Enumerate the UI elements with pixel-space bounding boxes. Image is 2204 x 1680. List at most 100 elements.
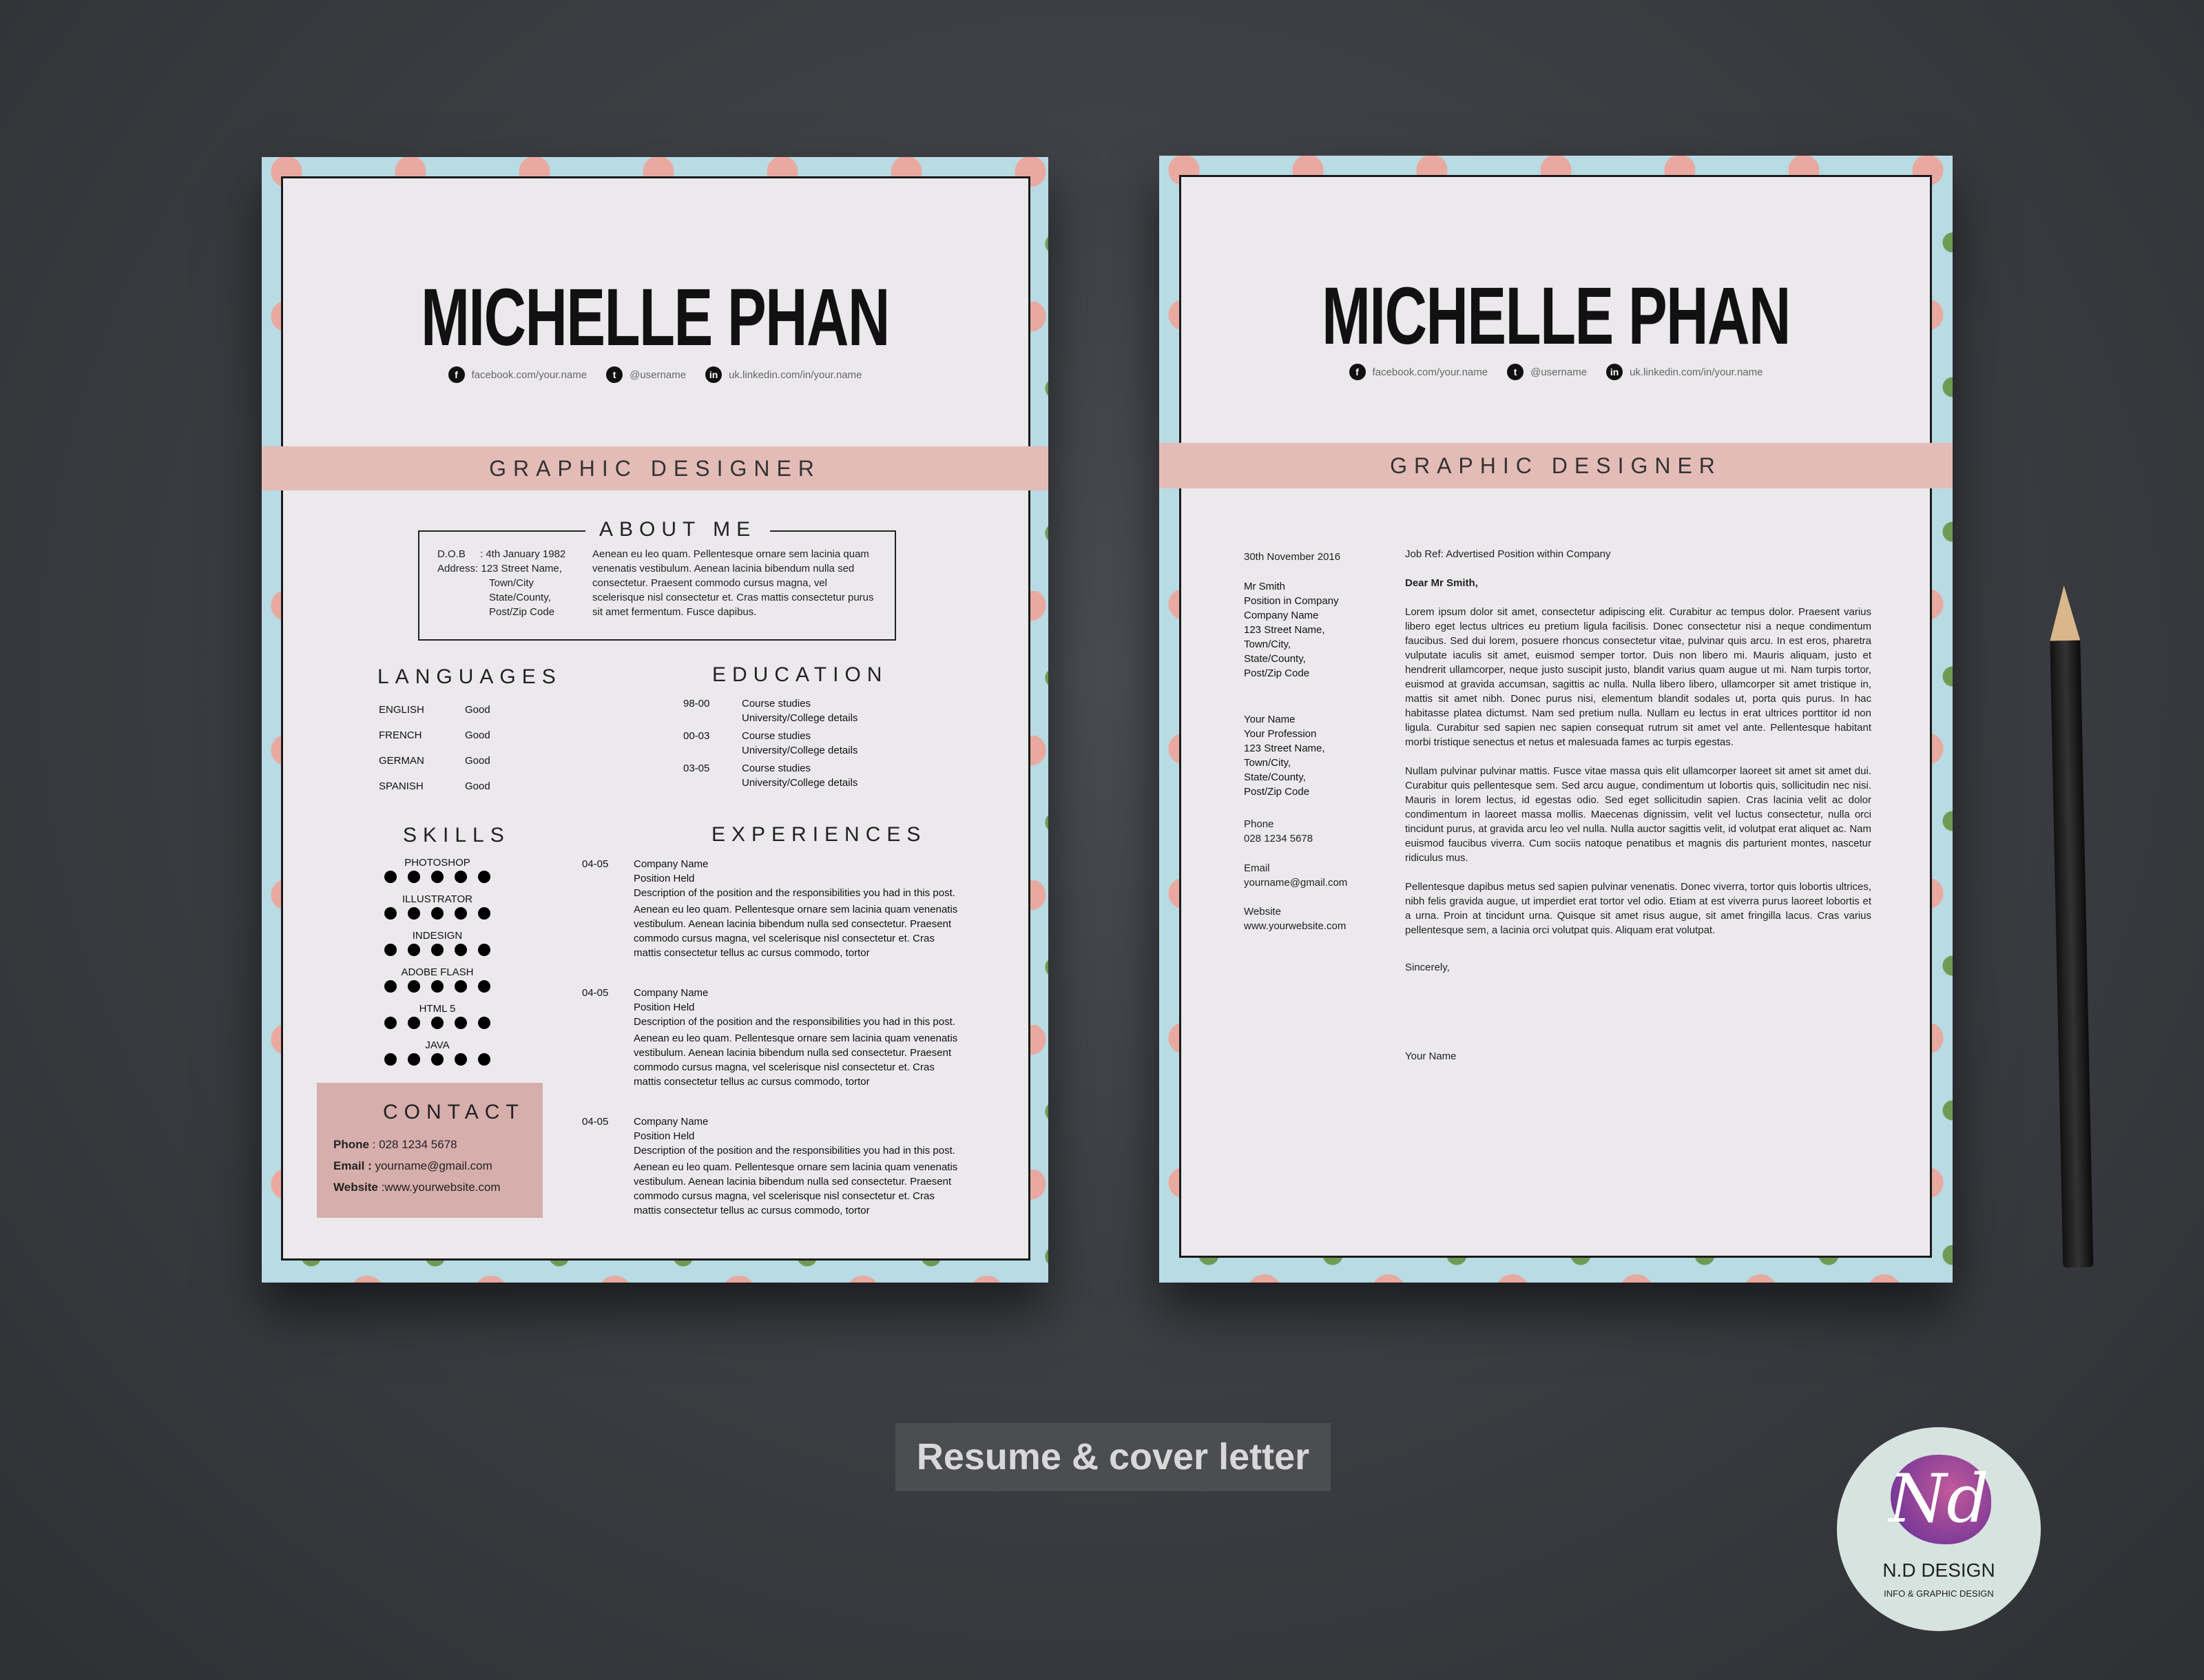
social-text: facebook.com/your.name bbox=[1372, 366, 1488, 378]
education-years: 98-00 bbox=[683, 698, 710, 709]
rating-dot bbox=[431, 944, 444, 956]
language-row: ENGLISH Good bbox=[379, 704, 530, 729]
rating-dot bbox=[455, 907, 467, 920]
sender-email: Email yourname@gmail.com bbox=[1244, 861, 1347, 890]
rating-dot bbox=[408, 907, 420, 920]
closing: Sincerely, bbox=[1405, 962, 1450, 973]
experience-row: 04-05 Company Name Position Held Descriptio… bbox=[582, 857, 968, 960]
social-text: uk.linkedin.com/in/your.name bbox=[1630, 366, 1763, 378]
contact-heading: CONTACT bbox=[383, 1101, 525, 1123]
social-link[interactable]: in uk.linkedin.com/in/your.name bbox=[705, 366, 862, 383]
skill-name: ADOBE FLASH bbox=[401, 966, 474, 978]
recipient-line: Post/Zip Code bbox=[1244, 667, 1310, 679]
experiences-heading: EXPERIENCES bbox=[711, 823, 927, 846]
website-label: Website bbox=[333, 1181, 378, 1194]
signature: Your Name bbox=[1405, 1050, 1457, 1062]
experience-years: 04-05 bbox=[582, 1116, 609, 1128]
recipient-line: Company Name bbox=[1244, 610, 1319, 621]
letter-paragraph: Nullam pulvinar pulvinar mattis. Fusce v… bbox=[1405, 765, 1871, 864]
skill-item: PHOTOSHOP bbox=[365, 857, 510, 886]
skills-heading: SKILLS bbox=[403, 824, 510, 847]
recipient-line: Mr Smith bbox=[1244, 581, 1285, 592]
phone-label: Phone bbox=[1244, 818, 1274, 830]
recipient-line: 123 Street Name, bbox=[1244, 624, 1325, 636]
nd-design-logo: Nd N.D DESIGN INFO & GRAPHIC DESIGN bbox=[1837, 1427, 2041, 1631]
contact-phone: Phone : 028 1234 5678 bbox=[333, 1134, 540, 1155]
resume-name: MICHELLE PHAN bbox=[421, 272, 890, 363]
rating-dot bbox=[455, 980, 467, 993]
letter-date: 30th November 2016 bbox=[1244, 551, 1341, 563]
social-text: uk.linkedin.com/in/your.name bbox=[729, 369, 862, 381]
phone-value: 028 1234 5678 bbox=[1244, 833, 1313, 844]
social-link[interactable]: t @username bbox=[606, 366, 686, 383]
social-link[interactable]: t @username bbox=[1507, 364, 1587, 380]
education-details: Course studies University/College details bbox=[742, 696, 857, 725]
experience-text: Aenean eu leo quam. Pellentesque ornare … bbox=[634, 1161, 958, 1216]
rating-dot bbox=[431, 907, 444, 920]
email-value: yourname@gmail.com bbox=[1244, 877, 1348, 889]
rating-dot bbox=[408, 1053, 420, 1066]
skill-name: HTML 5 bbox=[419, 1003, 456, 1015]
rating-dot bbox=[431, 871, 444, 883]
rating-dot bbox=[431, 1017, 444, 1029]
contact-email: Email : yourname@gmail.com bbox=[333, 1155, 540, 1176]
education-course: Course studies bbox=[742, 763, 811, 774]
experience-years: 04-05 bbox=[582, 987, 609, 999]
recipient-line: Position in Company bbox=[1244, 595, 1339, 607]
rating-dot bbox=[431, 1053, 444, 1066]
sender-line: Your Profession bbox=[1244, 728, 1317, 740]
company-name: Company Name bbox=[634, 987, 709, 999]
email-label: Email : bbox=[333, 1159, 372, 1172]
education-institution: University/College details bbox=[742, 777, 858, 789]
website-value: :www.yourwebsite.com bbox=[377, 1181, 501, 1194]
dob-label: D.O.B bbox=[437, 548, 466, 560]
email-value: yourname@gmail.com bbox=[371, 1159, 492, 1172]
dob-value: : 4th January 1982 bbox=[480, 548, 566, 560]
address-label: Address bbox=[437, 563, 476, 574]
caption-box: Resume & cover letter bbox=[895, 1423, 1331, 1491]
education-row: 98-00 Course studies University/College de… bbox=[683, 696, 917, 725]
language-name: SPANISH bbox=[379, 780, 424, 792]
resume-page: MICHELLE PHAN f facebook.com/your.name t @u… bbox=[262, 157, 1048, 1283]
rating-dot bbox=[408, 1017, 420, 1029]
language-row: SPANISH Good bbox=[379, 780, 530, 806]
title-band: GRAPHIC DESIGNER bbox=[262, 446, 1048, 490]
skills-list: PHOTOSHOP ILLUSTRATOR INDESIGN ADOBE FLASH H… bbox=[365, 857, 510, 1076]
skill-item: HTML 5 bbox=[365, 1003, 510, 1033]
rating-dot bbox=[408, 980, 420, 993]
position-held: Position Held bbox=[634, 1002, 695, 1013]
social-link[interactable]: f facebook.com/your.name bbox=[448, 366, 587, 383]
social-text: @username bbox=[1530, 366, 1588, 378]
facebook-icon: f bbox=[1349, 364, 1366, 380]
cover-letter-page: MICHELLE PHAN f facebook.com/your.name t @u… bbox=[1159, 156, 1953, 1283]
phone-value: : 028 1234 5678 bbox=[368, 1138, 457, 1151]
experience-text: Aenean eu leo quam. Pellentesque ornare … bbox=[634, 904, 958, 959]
education-institution: University/College details bbox=[742, 745, 858, 756]
social-link[interactable]: in uk.linkedin.com/in/your.name bbox=[1606, 364, 1763, 380]
experience-years: 04-05 bbox=[582, 858, 609, 870]
letter-paragraph: Lorem ipsum dolor sit amet, consectetur … bbox=[1405, 606, 1871, 748]
recipient-line: Town/City, bbox=[1244, 639, 1291, 650]
language-name: FRENCH bbox=[379, 729, 422, 741]
position-summary: Description of the position and the resp… bbox=[634, 1016, 955, 1028]
phone-label: Phone bbox=[333, 1138, 369, 1151]
sender-website: Website www.yourwebsite.com bbox=[1244, 904, 1346, 933]
experiences-list: 04-05 Company Name Position Held Descriptio… bbox=[582, 857, 968, 1243]
sender-phone: Phone 028 1234 5678 bbox=[1244, 817, 1313, 846]
skill-item: ADOBE FLASH bbox=[365, 966, 510, 996]
title-band: GRAPHIC DESIGNER bbox=[1159, 443, 1953, 488]
rating-dot bbox=[384, 1053, 397, 1066]
recipient-line: State/County, bbox=[1244, 653, 1306, 665]
experience-row: 04-05 Company Name Position Held Descriptio… bbox=[582, 1114, 968, 1218]
recipient-address: Mr Smith Position in Company Company Name 1… bbox=[1244, 579, 1339, 681]
position-held: Position Held bbox=[634, 873, 695, 884]
company-name: Company Name bbox=[634, 1116, 709, 1128]
email-label: Email bbox=[1244, 862, 1270, 874]
language-row: FRENCH Good bbox=[379, 729, 530, 755]
skill-name: PHOTOSHOP bbox=[404, 857, 470, 869]
social-link[interactable]: f facebook.com/your.name bbox=[1349, 364, 1488, 380]
skill-item: INDESIGN bbox=[365, 930, 510, 960]
badge-name: N.D DESIGN bbox=[1882, 1559, 1995, 1581]
rating-dot bbox=[478, 980, 490, 993]
dob: D.O.B: 4th January 1982 Address: 123 Str… bbox=[437, 547, 575, 619]
